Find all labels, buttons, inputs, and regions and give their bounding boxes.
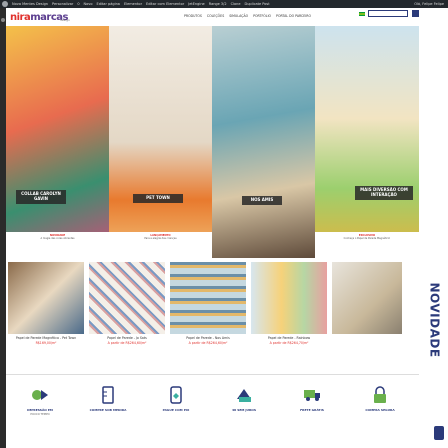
admin-item-edit-page[interactable]: Editar página <box>97 2 120 6</box>
admin-item-jetengine[interactable]: JetEngine <box>188 2 205 6</box>
main-nav: PRODUTOS COLEÇÕES SIMULAÇÃO PORTFÓLIO PO… <box>184 14 311 18</box>
product-name[interactable]: Papel de Parede Magnético - Pet Town <box>8 336 84 340</box>
product-name[interactable]: Papel de Parede - Rainbow <box>251 336 327 340</box>
nav-products[interactable]: PRODUTOS <box>184 14 202 18</box>
admin-item-elementor[interactable]: Elementor <box>124 2 142 6</box>
admin-item-range[interactable]: Range 3/2 <box>209 2 227 6</box>
tile-title: COLLAB CAROLYN GAVIN <box>16 190 66 204</box>
nav-partner[interactable]: PORTAL DO PARCEIRO <box>276 14 311 18</box>
product-card[interactable]: Papel de Parede Magnético - Pet Town R$1… <box>8 262 84 374</box>
admin-item-comments[interactable]: 0 <box>77 2 79 6</box>
product-card[interactable]: Papel de Parede - Jo Sats A partir de R$… <box>89 262 165 374</box>
nav-simulation[interactable]: SIMULAÇÃO <box>229 14 248 18</box>
feature-item: 48 SEM JUROS <box>214 385 274 413</box>
admin-item-duplicate[interactable]: Duplicate Post <box>245 2 270 6</box>
logo-text-1: nira <box>10 11 31 23</box>
feature-sub: POUCO TEMPO <box>30 412 50 416</box>
product-image[interactable] <box>8 262 84 334</box>
product-card[interactable] <box>332 262 402 374</box>
nav-portfolio[interactable]: PORTFÓLIO <box>253 14 271 18</box>
tile-desc: Conheça o Papel de Parede Magnético! <box>343 237 391 240</box>
tile-collab[interactable]: COLLAB CAROLYN GAVIN NOVIDADE A magia da… <box>6 26 109 258</box>
section-label: NOVIDADE <box>428 282 442 358</box>
tile-title: NOS AMIS <box>242 196 282 205</box>
nav-collections[interactable]: COLEÇÕES <box>207 14 224 18</box>
admin-item-clone[interactable]: Clone <box>231 2 241 6</box>
product-card[interactable]: Papel de Parede - Rainbow A partir de R$… <box>251 262 327 374</box>
admin-item-new[interactable]: Novo <box>84 2 93 6</box>
feature-item: PAGUE COM PIX <box>146 385 206 413</box>
product-card[interactable]: Papel de Parede - Nos Amis A partir de R… <box>170 262 246 374</box>
product-name[interactable]: Papel de Parede - Jo Sats <box>89 336 165 340</box>
brazil-flag-icon[interactable] <box>359 12 365 16</box>
admin-item-edit-elementor[interactable]: Editar com Elementor <box>146 2 184 6</box>
feature-item: IMPRESSÃO EM POUCO TEMPO <box>10 385 70 416</box>
card-icon <box>234 385 254 405</box>
product-list: Papel de Parede Magnético - Pet Town R$1… <box>6 258 419 374</box>
feature-label: PAGUE COM PIX <box>162 408 190 412</box>
product-price: A partir de R$264,70/m² <box>269 341 309 345</box>
admin-item-customize[interactable]: Personalizar <box>52 2 73 6</box>
tile-caption: LANÇAMENTO Para a alegria das crianças <box>109 232 212 258</box>
features-bar: IMPRESSÃO EM POUCO TEMPO COMPRE SOB MEDI… <box>6 374 419 448</box>
lock-icon <box>370 385 390 405</box>
product-price: R$169,00/m² <box>35 341 57 345</box>
product-image[interactable] <box>170 262 246 334</box>
ruler-icon <box>98 385 118 405</box>
scroll-top-button[interactable] <box>434 426 444 440</box>
feature-label: COMPRA SEGURA <box>365 408 395 412</box>
feature-item: COMPRA SEGURA <box>350 385 410 413</box>
cart-icon[interactable] <box>412 10 419 17</box>
admin-user[interactable]: Olá, Felipe Felipe <box>414 2 448 6</box>
product-image[interactable] <box>332 262 402 334</box>
truck-icon <box>302 385 322 405</box>
admin-bar: Nova Mentes Design Personalizar 0 Novo E… <box>0 0 448 8</box>
print-icon <box>30 385 50 405</box>
product-image[interactable] <box>89 262 165 334</box>
tile-caption: NOVIDADE A magia das cores vibrantes <box>6 232 109 258</box>
admin-item-site[interactable]: Nova Mentes Design <box>12 2 48 6</box>
search-input[interactable] <box>368 10 408 17</box>
hero-gallery: COLLAB CAROLYN GAVIN NOVIDADE A magia da… <box>6 26 419 258</box>
tile-title: PET TOWN <box>133 194 183 203</box>
product-price: A partir de R$264,60/m² <box>188 341 228 345</box>
pix-icon <box>166 385 186 405</box>
tile-desc: Para a alegria das crianças <box>144 237 177 240</box>
tile-nos-amis[interactable]: NOS AMIS <box>212 26 315 258</box>
tile-caption: EXCLUSIVO Conheça o Papel de Parede Magn… <box>315 232 419 258</box>
tile-magnetic[interactable]: MAIS DIVERSÃO COM INTERAÇÃO EXCLUSIVO Co… <box>315 26 419 258</box>
tile-title: MAIS DIVERSÃO COM INTERAÇÃO <box>355 186 413 200</box>
tile-pet-town[interactable]: PET TOWN LANÇAMENTO Para a alegria das c… <box>109 26 212 258</box>
logo-subtitle: design <box>60 18 70 22</box>
product-name[interactable]: Papel de Parede - Nos Amis <box>170 336 246 340</box>
wordpress-icon[interactable] <box>2 1 8 7</box>
tile-desc: A magia das cores vibrantes <box>40 237 75 240</box>
feature-item: COMPRE SOB MEDIDA <box>78 385 138 413</box>
feature-item: FRETE GRÁTIS <box>282 385 342 413</box>
product-price: A partir de R$264,60/m² <box>107 341 147 345</box>
sidebar-home-icon[interactable] <box>1 18 5 22</box>
feature-label: 48 SEM JUROS <box>231 408 257 412</box>
feature-label: FRETE GRÁTIS <box>300 408 324 412</box>
feature-label: COMPRE SOB MEDIDA <box>89 408 127 412</box>
product-image[interactable] <box>251 262 327 334</box>
